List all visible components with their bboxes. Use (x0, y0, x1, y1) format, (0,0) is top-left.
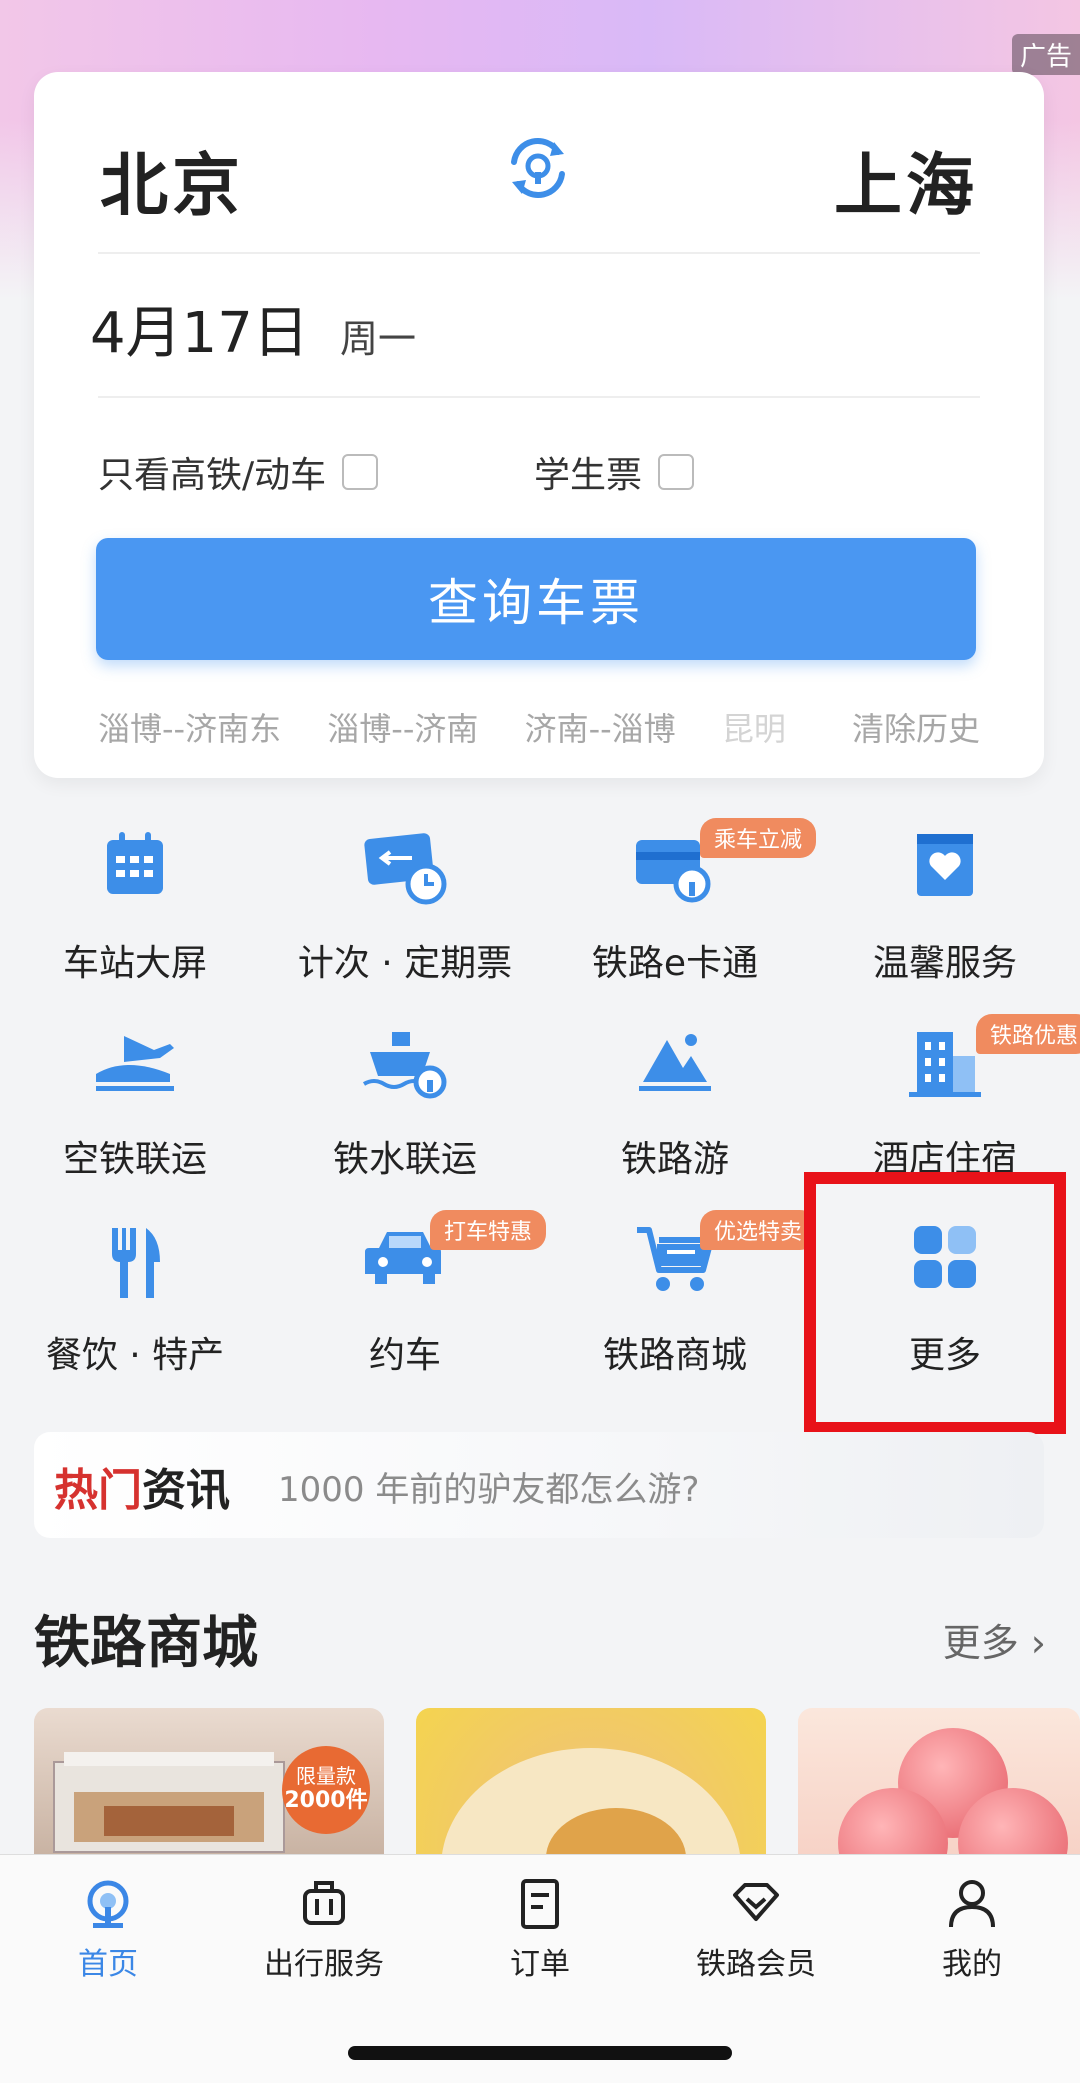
limited-badge: 限量款 2000件 (282, 1746, 370, 1834)
grid-item-air-rail[interactable]: 空铁联运 (0, 1026, 270, 1206)
tab-profile[interactable]: 我的 (864, 1877, 1080, 1983)
hot-news-title-part2: 资讯 (142, 1465, 230, 1516)
diamond-icon (733, 1883, 779, 1921)
mall-section-title: 铁路商城 (34, 1611, 258, 1676)
grid-item-label: 约车 (368, 1335, 441, 1376)
grid-item-dining[interactable]: 餐饮 · 特产 (0, 1222, 270, 1402)
tab-label: 铁路会员 (696, 1947, 816, 1982)
divider (98, 396, 980, 398)
history-item[interactable]: 济南--淄博 (525, 710, 676, 748)
grid-item-label: 铁路商城 (602, 1335, 747, 1376)
from-city[interactable]: 北京 (100, 130, 244, 229)
student-ticket-checkbox[interactable] (658, 454, 695, 490)
dining-icon (112, 1228, 160, 1298)
product-card[interactable]: 限量款 2000件 (34, 1708, 384, 1858)
clear-history-button[interactable]: 清除历史 (841, 704, 980, 750)
hotel-icon (909, 1032, 981, 1097)
luggage-icon (303, 1881, 345, 1925)
grid-item-label: 计次 · 定期票 (297, 943, 513, 984)
search-history: 淄博--济南东 淄博--济南 济南--淄博 昆明 (98, 704, 822, 750)
tab-label: 我的 (942, 1947, 1002, 1982)
grid-item-label: 铁水联运 (332, 1139, 477, 1180)
history-item[interactable]: 昆明 (722, 710, 786, 748)
melon-image (441, 1748, 741, 1858)
student-ticket-label: 学生票 (534, 455, 643, 496)
highspeed-only-checkbox[interactable] (342, 454, 379, 490)
history-item[interactable]: 淄博--济南 (327, 710, 478, 748)
grid-item-label: 铁路游 (620, 1139, 729, 1180)
grid-item-rail-tour[interactable]: 铁路游 (540, 1026, 810, 1206)
period-ticket-icon (364, 833, 447, 905)
tab-label: 订单 (510, 1947, 570, 1982)
product-card[interactable] (798, 1708, 1080, 1858)
air-rail-icon (96, 1036, 174, 1091)
user-icon (949, 1880, 995, 1928)
tab-label: 出行服务 (264, 1947, 384, 1982)
station-screen-icon (107, 832, 163, 894)
tab-travel-services[interactable]: 出行服务 (216, 1877, 432, 1983)
mall-more-link[interactable]: 更多 › (943, 1612, 1046, 1667)
grid-item-rail-water[interactable]: 铁水联运 (270, 1026, 540, 1206)
highspeed-only-option[interactable]: 只看高铁/动车 (98, 446, 379, 498)
rail-tour-icon (639, 1034, 711, 1091)
grid-item-ecard[interactable]: 铁路e卡通 乘车立减 (540, 818, 817, 1010)
home-indicator[interactable] (348, 2046, 732, 2060)
tab-membership[interactable]: 铁路会员 (648, 1877, 864, 1983)
divider (98, 252, 980, 254)
to-city[interactable]: 上海 (834, 130, 978, 229)
grid-item-label: 铁路e卡通 (591, 943, 759, 984)
order-document-icon (521, 1879, 559, 1929)
grid-item-station-screen[interactable]: 车站大屏 (0, 830, 270, 1010)
hot-news-headline[interactable]: 1000 年前的驴友都怎么游? (278, 1462, 699, 1511)
grid-item-label: 温馨服务 (872, 943, 1017, 984)
grid-item-label: 车站大屏 (62, 943, 207, 984)
promo-tag: 优选特卖 (700, 1210, 817, 1250)
promo-tag: 打车特惠 (430, 1210, 547, 1250)
search-tickets-button[interactable]: 查询车票 (96, 538, 976, 660)
hot-news-title: 热门资讯 (54, 1454, 230, 1518)
travel-weekday: 周一 (340, 317, 417, 361)
care-service-icon (917, 834, 973, 896)
ad-badge: 广告 (1011, 34, 1080, 75)
promo-tag: 铁路优惠 (976, 1014, 1080, 1054)
grid-item-period-ticket[interactable]: 计次 · 定期票 (270, 830, 540, 1010)
limited-badge-line1: 限量款 (296, 1764, 356, 1788)
swap-cities-icon[interactable] (502, 132, 574, 204)
product-card[interactable] (416, 1708, 766, 1858)
grid-item-label: 空铁联运 (62, 1139, 207, 1180)
grid-item-mall[interactable]: 铁路商城 优选特卖 (540, 1210, 817, 1402)
promo-tag: 乘车立减 (700, 818, 817, 858)
highlight-annotation-box (804, 1172, 1066, 1434)
hot-news-title-part1: 热门 (54, 1465, 142, 1516)
tab-home[interactable]: 首页 (0, 1877, 216, 1983)
student-ticket-option[interactable]: 学生票 (534, 446, 695, 498)
grid-item-label: 餐饮 · 特产 (45, 1335, 225, 1376)
train-model-image (53, 1752, 285, 1853)
grid-item-care-service[interactable]: 温馨服务 (810, 830, 1080, 1010)
hot-news-bar[interactable]: 热门资讯 1000 年前的驴友都怎么游? (34, 1432, 1044, 1538)
limited-badge-line2: 2000件 (284, 1788, 368, 1813)
highspeed-only-label: 只看高铁/动车 (98, 455, 327, 496)
travel-date[interactable]: 4月17日 (90, 288, 309, 369)
history-item[interactable]: 淄博--济南东 (98, 710, 281, 748)
ticket-search-card: 北京 上海 4月17日 周一 只看高铁/动车 学生票 查询车票 淄博--济南东 … (34, 72, 1044, 778)
tab-orders[interactable]: 订单 (432, 1877, 648, 1983)
rail-water-icon (362, 1032, 447, 1099)
grid-item-car[interactable]: 约车 打车特惠 (270, 1210, 547, 1402)
tab-label: 首页 (78, 1947, 138, 1982)
home-rail-logo-icon (87, 1880, 129, 1928)
